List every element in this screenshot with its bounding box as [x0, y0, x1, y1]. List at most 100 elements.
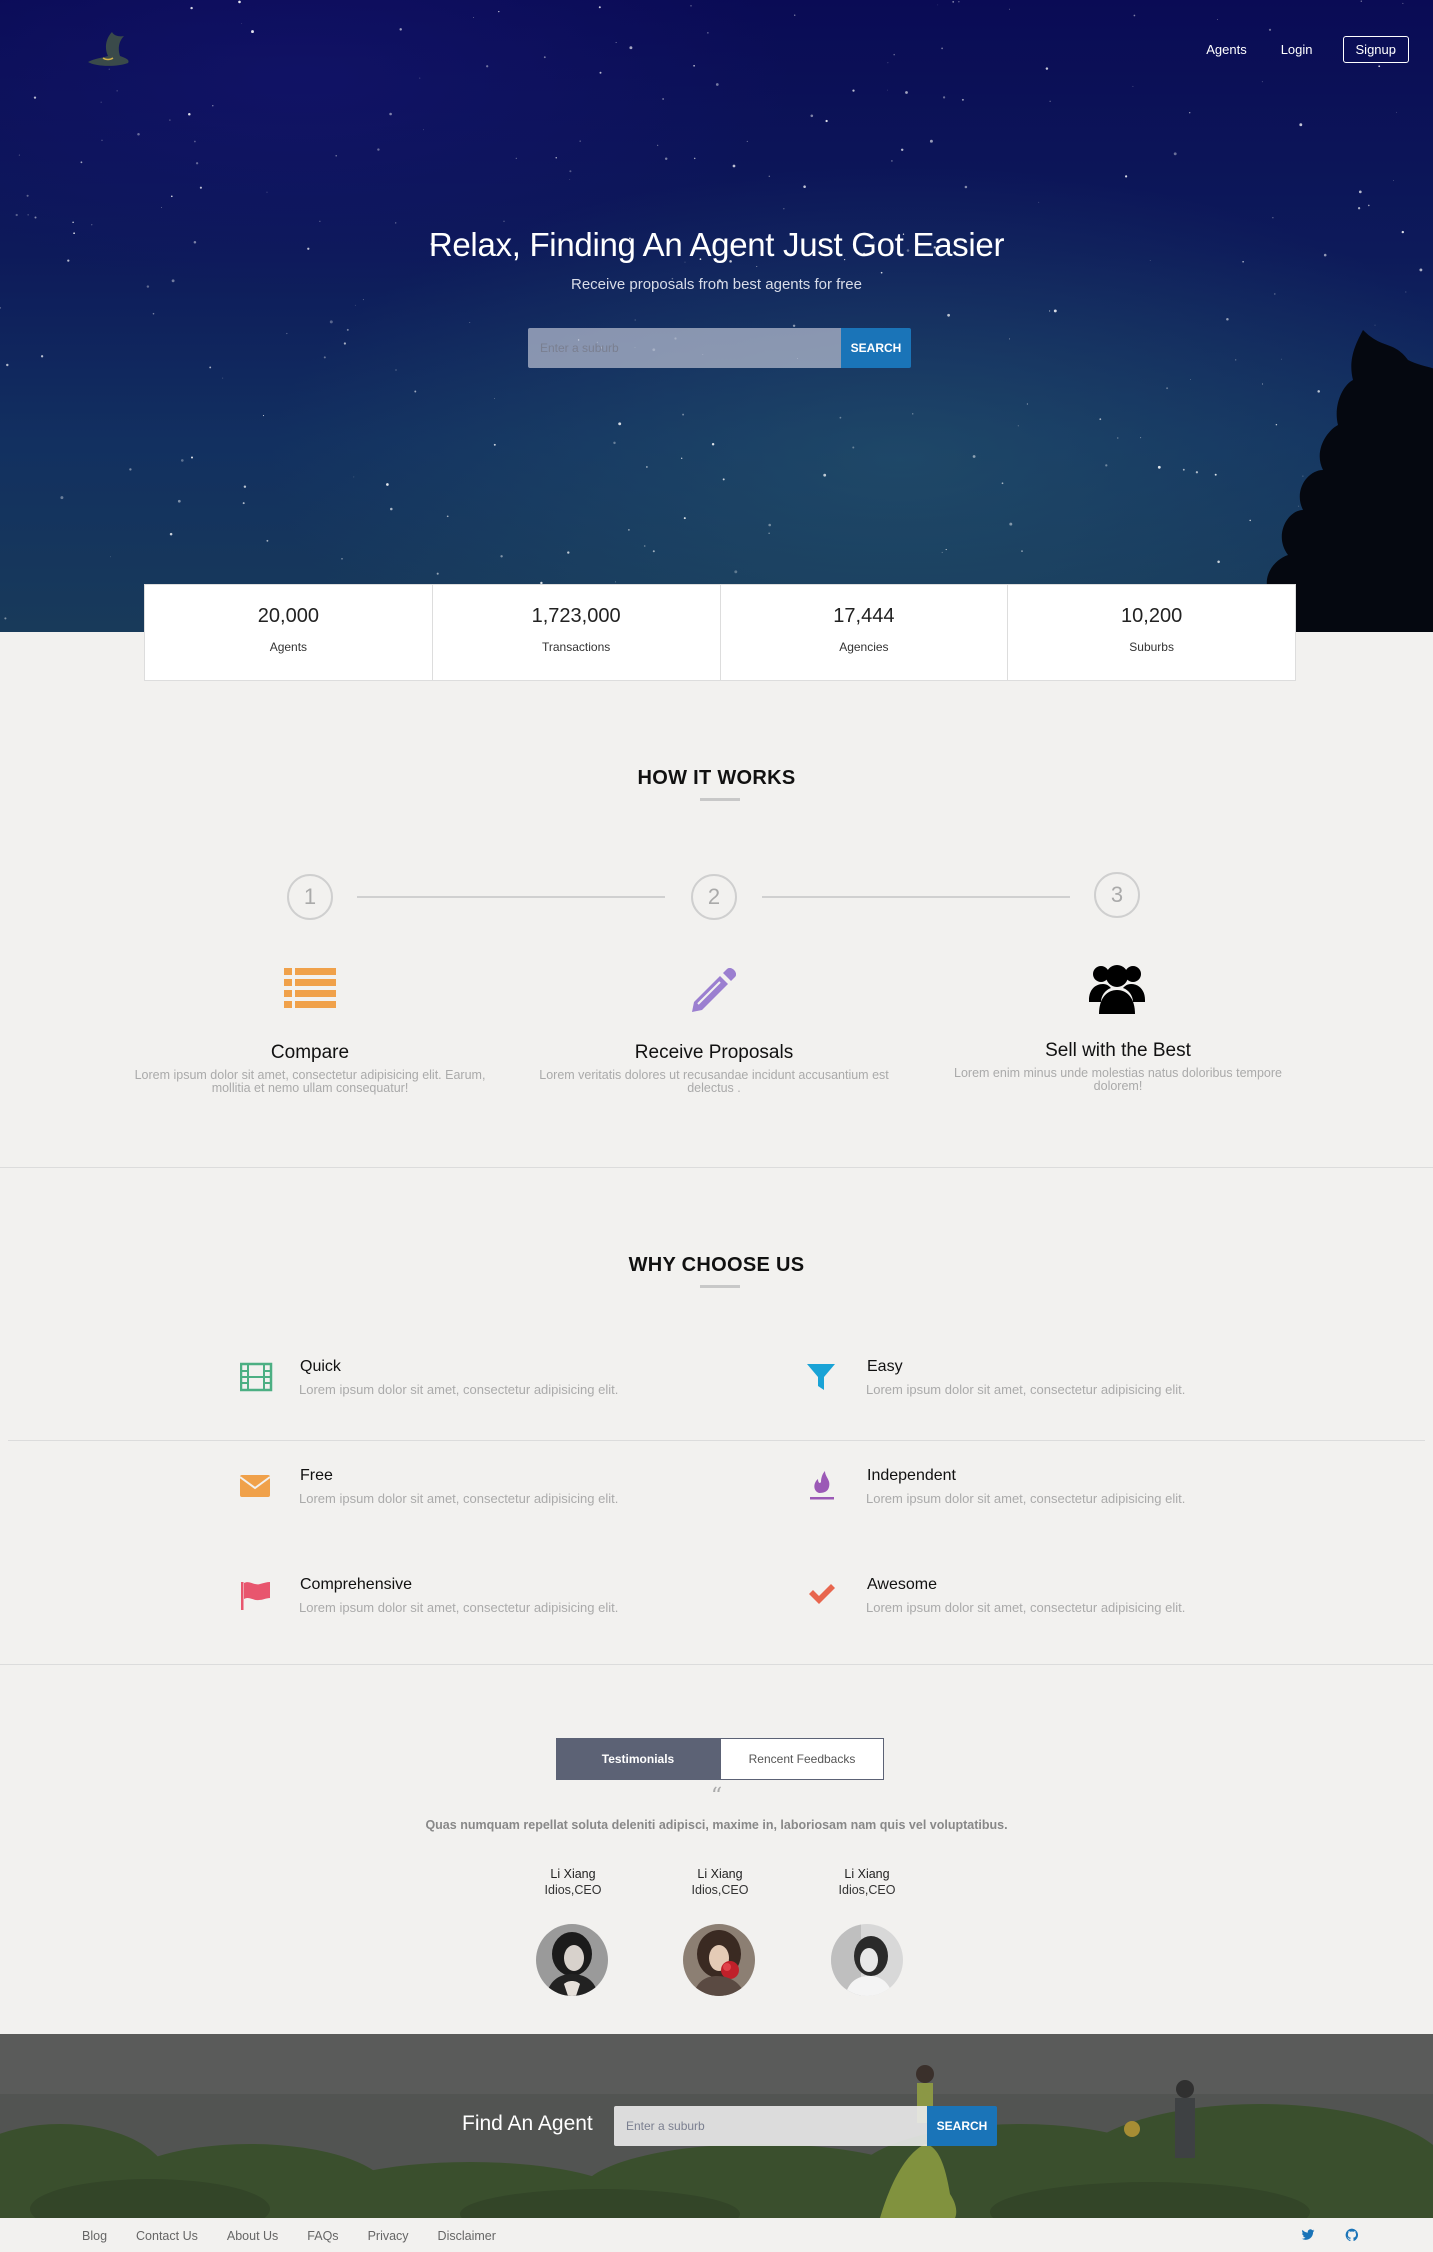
wizard-hat-logo[interactable]	[82, 28, 132, 68]
star	[756, 265, 758, 267]
hero-search-button[interactable]: SEARCH	[841, 328, 911, 368]
fire-icon	[810, 1471, 834, 1500]
tab-testimonials[interactable]: Testimonials	[556, 1738, 720, 1780]
starfield-background	[0, 0, 1423, 632]
star	[209, 366, 212, 369]
star	[683, 517, 686, 520]
footer-link-blog[interactable]: Blog	[82, 2229, 107, 2243]
check-icon	[809, 1584, 835, 1604]
star	[101, 139, 103, 141]
star	[961, 98, 964, 101]
star	[498, 10, 500, 13]
stat-label: Agencies	[839, 640, 889, 654]
star	[169, 532, 173, 536]
star	[180, 459, 184, 462]
find-agent-suburb-input[interactable]	[614, 2106, 927, 2146]
feature-desc: Lorem ipsum dolor sit amet, consectetur …	[866, 1382, 1186, 1397]
stat-suburbs: 10,200 Suburbs	[1008, 585, 1295, 680]
star	[958, 1, 960, 3]
star	[1392, 180, 1394, 181]
hero-subtitle: Receive proposals from best agents for f…	[571, 276, 862, 293]
feature-desc: Lorem ipsum dolor sit amet, consectetur …	[299, 1600, 619, 1615]
star	[1419, 268, 1423, 272]
star	[1132, 85, 1134, 87]
hero-suburb-input[interactable]	[528, 328, 841, 368]
star	[891, 160, 893, 162]
footer-link-privacy[interactable]: Privacy	[368, 2229, 409, 2243]
avatar[interactable]	[831, 1924, 903, 1996]
github-icon[interactable]	[1345, 2228, 1359, 2242]
feature-desc: Lorem ipsum dolor sit amet, consectetur …	[299, 1491, 619, 1506]
star	[615, 42, 617, 43]
star	[108, 68, 110, 70]
footer-link-disclaimer[interactable]: Disclaimer	[438, 2229, 496, 2243]
twitter-icon[interactable]	[1301, 2228, 1315, 2242]
footer-link-faqs[interactable]: FAQs	[307, 2229, 338, 2243]
star	[768, 532, 770, 534]
feature-title: Awesome	[867, 1576, 937, 1593]
star	[598, 6, 601, 9]
star	[493, 443, 496, 446]
star	[6, 363, 9, 367]
star	[732, 164, 736, 168]
flag-icon	[241, 1582, 270, 1610]
star	[195, 162, 199, 165]
section-divider	[0, 1167, 1433, 1168]
stat-value: 17,444	[833, 605, 895, 627]
footer-social	[1301, 2228, 1359, 2242]
testimonial-quote: Quas numquam repellat soluta deleniti ad…	[425, 1818, 1008, 1832]
star	[722, 478, 725, 481]
tab-recent-feedbacks[interactable]: Rencent Feedbacks	[720, 1738, 884, 1780]
star	[137, 132, 140, 136]
star	[1157, 465, 1161, 469]
feature-desc: Lorem ipsum dolor sit amet, consectetur …	[299, 1382, 619, 1397]
star	[1396, 111, 1398, 113]
step-3-title: Sell with the Best	[1045, 1040, 1191, 1061]
star	[1217, 19, 1218, 21]
person-role: Idios,CEO	[544, 1883, 602, 1897]
star	[652, 550, 655, 553]
star	[100, 101, 102, 103]
star	[1009, 8, 1011, 10]
step-connector-line	[357, 896, 665, 898]
feature-title: Comprehensive	[300, 1576, 413, 1593]
nav-login-link[interactable]: Login	[1281, 42, 1313, 57]
star	[190, 6, 193, 10]
star	[222, 377, 224, 379]
star	[399, 28, 402, 31]
star	[1105, 464, 1108, 467]
star	[188, 113, 191, 116]
star	[266, 539, 269, 542]
star	[900, 148, 904, 152]
section-divider	[0, 1664, 1433, 1665]
nav-signup-button[interactable]: Signup	[1342, 36, 1409, 63]
step-2-circle: 2	[691, 874, 737, 920]
star	[711, 442, 715, 446]
find-agent-search-button[interactable]: SEARCH	[927, 2106, 997, 2146]
avatar[interactable]	[683, 1924, 755, 1996]
avatar[interactable]	[536, 1924, 608, 1996]
stat-agents: 20,000 Agents	[145, 585, 433, 680]
star	[319, 220, 321, 222]
star	[664, 157, 668, 161]
feature-title: Free	[300, 1467, 333, 1484]
star	[72, 221, 74, 224]
step-1-circle: 1	[287, 874, 333, 920]
star	[1001, 482, 1004, 485]
feature-row-divider	[8, 1440, 1425, 1441]
stats-bar: 20,000 Agents 1,723,000 Transactions 17,…	[144, 584, 1296, 681]
top-nav: Agents Login Signup	[1172, 36, 1409, 63]
feature-title: Quick	[300, 1358, 341, 1375]
footer-link-contact-us[interactable]: Contact Us	[136, 2229, 198, 2243]
star	[486, 65, 489, 68]
star	[116, 90, 118, 92]
star	[423, 129, 424, 131]
star	[473, 17, 475, 18]
star	[1053, 309, 1057, 313]
star	[792, 324, 796, 328]
star	[395, 369, 397, 371]
footer-link-about-us[interactable]: About Us	[227, 2229, 278, 2243]
star	[190, 456, 194, 459]
nav-agents-link[interactable]: Agents	[1206, 42, 1246, 57]
star	[1268, 28, 1272, 31]
